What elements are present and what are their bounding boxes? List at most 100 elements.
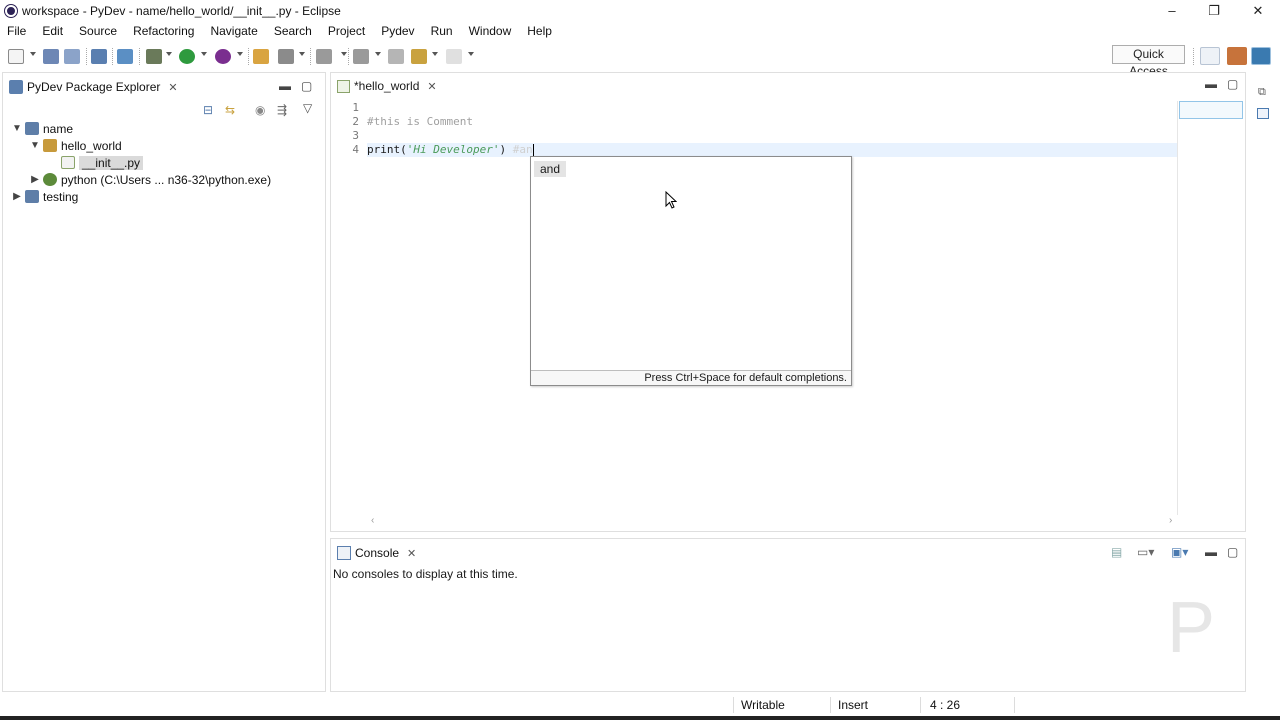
comment-text: #an [512, 143, 533, 156]
run-icon[interactable] [179, 49, 195, 64]
menu-window[interactable]: Window [461, 22, 520, 40]
close-icon[interactable]: ✕ [427, 80, 436, 93]
project-icon [25, 190, 39, 203]
tree-item-hello-world[interactable]: ▼ hello_world [29, 137, 122, 154]
pydev-new-project-icon[interactable] [91, 49, 107, 64]
current-code-line[interactable]: print('Hi Developer') #an [367, 143, 1177, 157]
code-line[interactable] [367, 129, 1177, 143]
status-separator [1014, 697, 1015, 713]
minimize-view-icon[interactable]: ▬ [1205, 545, 1217, 559]
menu-run[interactable]: Run [423, 22, 461, 40]
completion-item[interactable]: and [534, 161, 567, 177]
tab-console[interactable]: Console ✕ [337, 539, 416, 567]
view-menu-icon[interactable]: ▽ [303, 101, 312, 115]
minimize-button[interactable]: – [1150, 0, 1194, 22]
close-icon[interactable]: ✕ [168, 81, 177, 94]
search-dropdown-icon[interactable] [299, 52, 305, 56]
menu-bar: File Edit Source Refactoring Navigate Se… [0, 22, 1280, 40]
menu-help[interactable]: Help [519, 22, 560, 40]
tree-item-python-interpreter[interactable]: ▶ python (C:\Users ... n36-32\python.exe… [29, 171, 271, 188]
toolbar-separator [1193, 48, 1194, 65]
tab-package-explorer[interactable]: PyDev Package Explorer ✕ [9, 73, 178, 101]
scroll-right-icon[interactable]: › [1169, 515, 1172, 526]
toolbar-separator [248, 48, 249, 65]
next-annotation-dropdown-icon[interactable] [341, 52, 347, 56]
maximize-view-icon[interactable]: ▢ [301, 79, 312, 93]
overview-thumb[interactable] [1179, 101, 1243, 119]
link-editor-icon[interactable]: ⇆ [225, 103, 235, 117]
maximize-view-icon[interactable]: ▢ [1227, 545, 1238, 559]
forward-dropdown-icon[interactable] [468, 52, 474, 56]
debug-perspective-icon[interactable] [1227, 47, 1247, 65]
menu-refactoring[interactable]: Refactoring [125, 22, 202, 40]
collapsed-arrow-icon[interactable]: ▶ [11, 191, 23, 202]
overview-ruler[interactable] [1177, 101, 1243, 515]
expanded-arrow-icon[interactable]: ▼ [29, 140, 41, 151]
insert-mode-status: Insert [838, 698, 869, 712]
tree-item-name[interactable]: ▼ name [11, 120, 73, 137]
close-icon[interactable]: ✕ [407, 547, 416, 560]
debug-icon[interactable] [146, 49, 162, 64]
menu-file[interactable]: File [0, 22, 34, 40]
tab-hello-world[interactable]: *hello_world ✕ [333, 75, 443, 99]
display-console-icon[interactable]: ▭▾ [1137, 545, 1154, 559]
text-caret [532, 144, 534, 156]
search-icon[interactable] [278, 49, 294, 64]
code-paren: ) [499, 143, 513, 156]
restore-button[interactable]: ❐ [1192, 0, 1236, 22]
coverage-dropdown-icon[interactable] [237, 52, 243, 56]
save-icon[interactable] [43, 49, 59, 64]
back-dropdown-icon[interactable] [432, 52, 438, 56]
run-dropdown-icon[interactable] [201, 52, 207, 56]
menu-source[interactable]: Source [71, 22, 125, 40]
minimize-editor-icon[interactable]: ▬ [1205, 77, 1217, 91]
expanded-arrow-icon[interactable]: ▼ [11, 123, 23, 134]
open-perspective-icon[interactable] [1200, 47, 1220, 65]
coverage-icon[interactable] [215, 49, 231, 64]
restore-icon[interactable]: ⧉ [1258, 86, 1266, 99]
sort-icon[interactable]: ⇶ [277, 103, 287, 117]
right-trim-bar: ⧉ [1252, 72, 1278, 132]
line-number: 4 [352, 143, 359, 156]
menu-pydev[interactable]: Pydev [373, 22, 422, 40]
quick-access-field[interactable]: Quick Access [1112, 45, 1185, 78]
pydev-module-icon[interactable] [117, 49, 133, 64]
line-number: 3 [352, 129, 359, 142]
next-annotation-icon[interactable] [316, 49, 332, 64]
prev-annotation-dropdown-icon[interactable] [375, 52, 381, 56]
menu-edit[interactable]: Edit [34, 22, 71, 40]
package-icon [43, 139, 57, 152]
debug-dropdown-icon[interactable] [166, 52, 172, 56]
maximize-editor-icon[interactable]: ▢ [1227, 77, 1238, 91]
pydev-perspective-icon[interactable] [1251, 47, 1271, 65]
back-icon[interactable] [411, 49, 427, 64]
menu-navigate[interactable]: Navigate [202, 22, 265, 40]
tree-item-init-py[interactable]: __init__.py [47, 154, 144, 171]
new-icon[interactable] [8, 49, 24, 64]
forward-icon[interactable] [446, 49, 462, 64]
outline-view-icon[interactable] [1257, 108, 1269, 119]
pin-console-icon[interactable]: ▤ [1111, 545, 1122, 559]
console-view: Console ✕ ▤ ▭▾ ▣▾ ▬ ▢ No consoles to dis… [330, 538, 1246, 692]
editor-tab-label: *hello_world [354, 79, 420, 93]
open-console-icon[interactable]: ▣▾ [1171, 545, 1188, 559]
prev-annotation-icon[interactable] [353, 49, 369, 64]
collapse-all-icon[interactable]: ⊟ [203, 103, 213, 117]
filter-icon[interactable]: ◉ [255, 103, 265, 117]
menu-project[interactable]: Project [320, 22, 373, 40]
horizontal-scrollbar[interactable]: ‹ › [343, 515, 1173, 529]
tree-item-testing[interactable]: ▶ testing [11, 188, 78, 205]
save-all-icon[interactable] [64, 49, 80, 64]
code-line[interactable] [367, 101, 1177, 115]
collapsed-arrow-icon[interactable]: ▶ [29, 174, 41, 185]
new-dropdown-icon[interactable] [30, 52, 36, 56]
scroll-left-icon[interactable]: ‹ [371, 515, 374, 526]
minimize-view-icon[interactable]: ▬ [279, 79, 291, 93]
close-window-button[interactable]: ✕ [1236, 0, 1280, 22]
code-area[interactable]: #this is Comment print('Hi Developer') #… [367, 101, 1177, 157]
menu-search[interactable]: Search [266, 22, 320, 40]
open-type-icon[interactable] [253, 49, 269, 64]
last-edit-icon[interactable] [388, 49, 404, 64]
toolbar-separator [86, 48, 87, 65]
code-line[interactable]: #this is Comment [367, 115, 1177, 129]
